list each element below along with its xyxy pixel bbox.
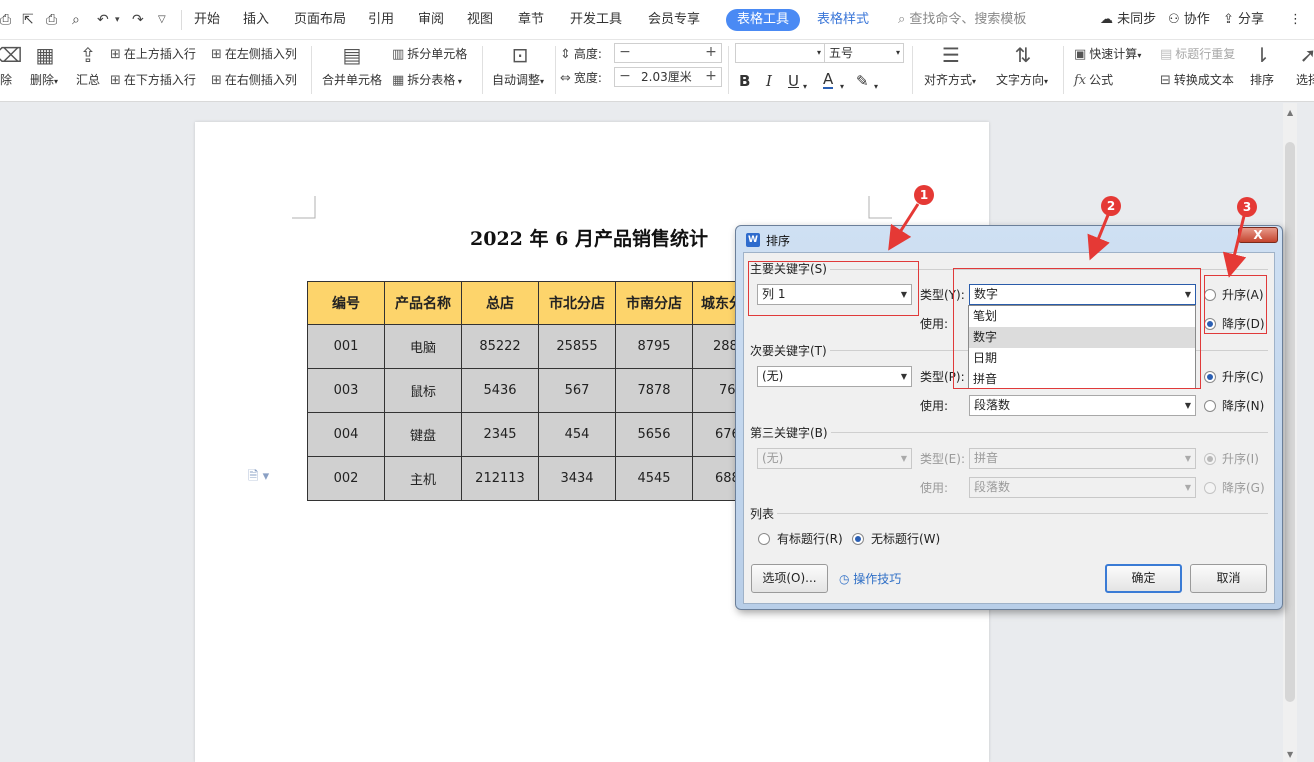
annotation-badge: 1 [914,185,934,205]
annotation-arrow [1087,214,1110,261]
annotation-badge: 2 [1101,196,1121,216]
annotation-arrows [888,203,1247,278]
annotation-arrow [1222,215,1247,278]
annotation-arrow [888,203,920,251]
annotation-badge: 3 [1237,197,1257,217]
